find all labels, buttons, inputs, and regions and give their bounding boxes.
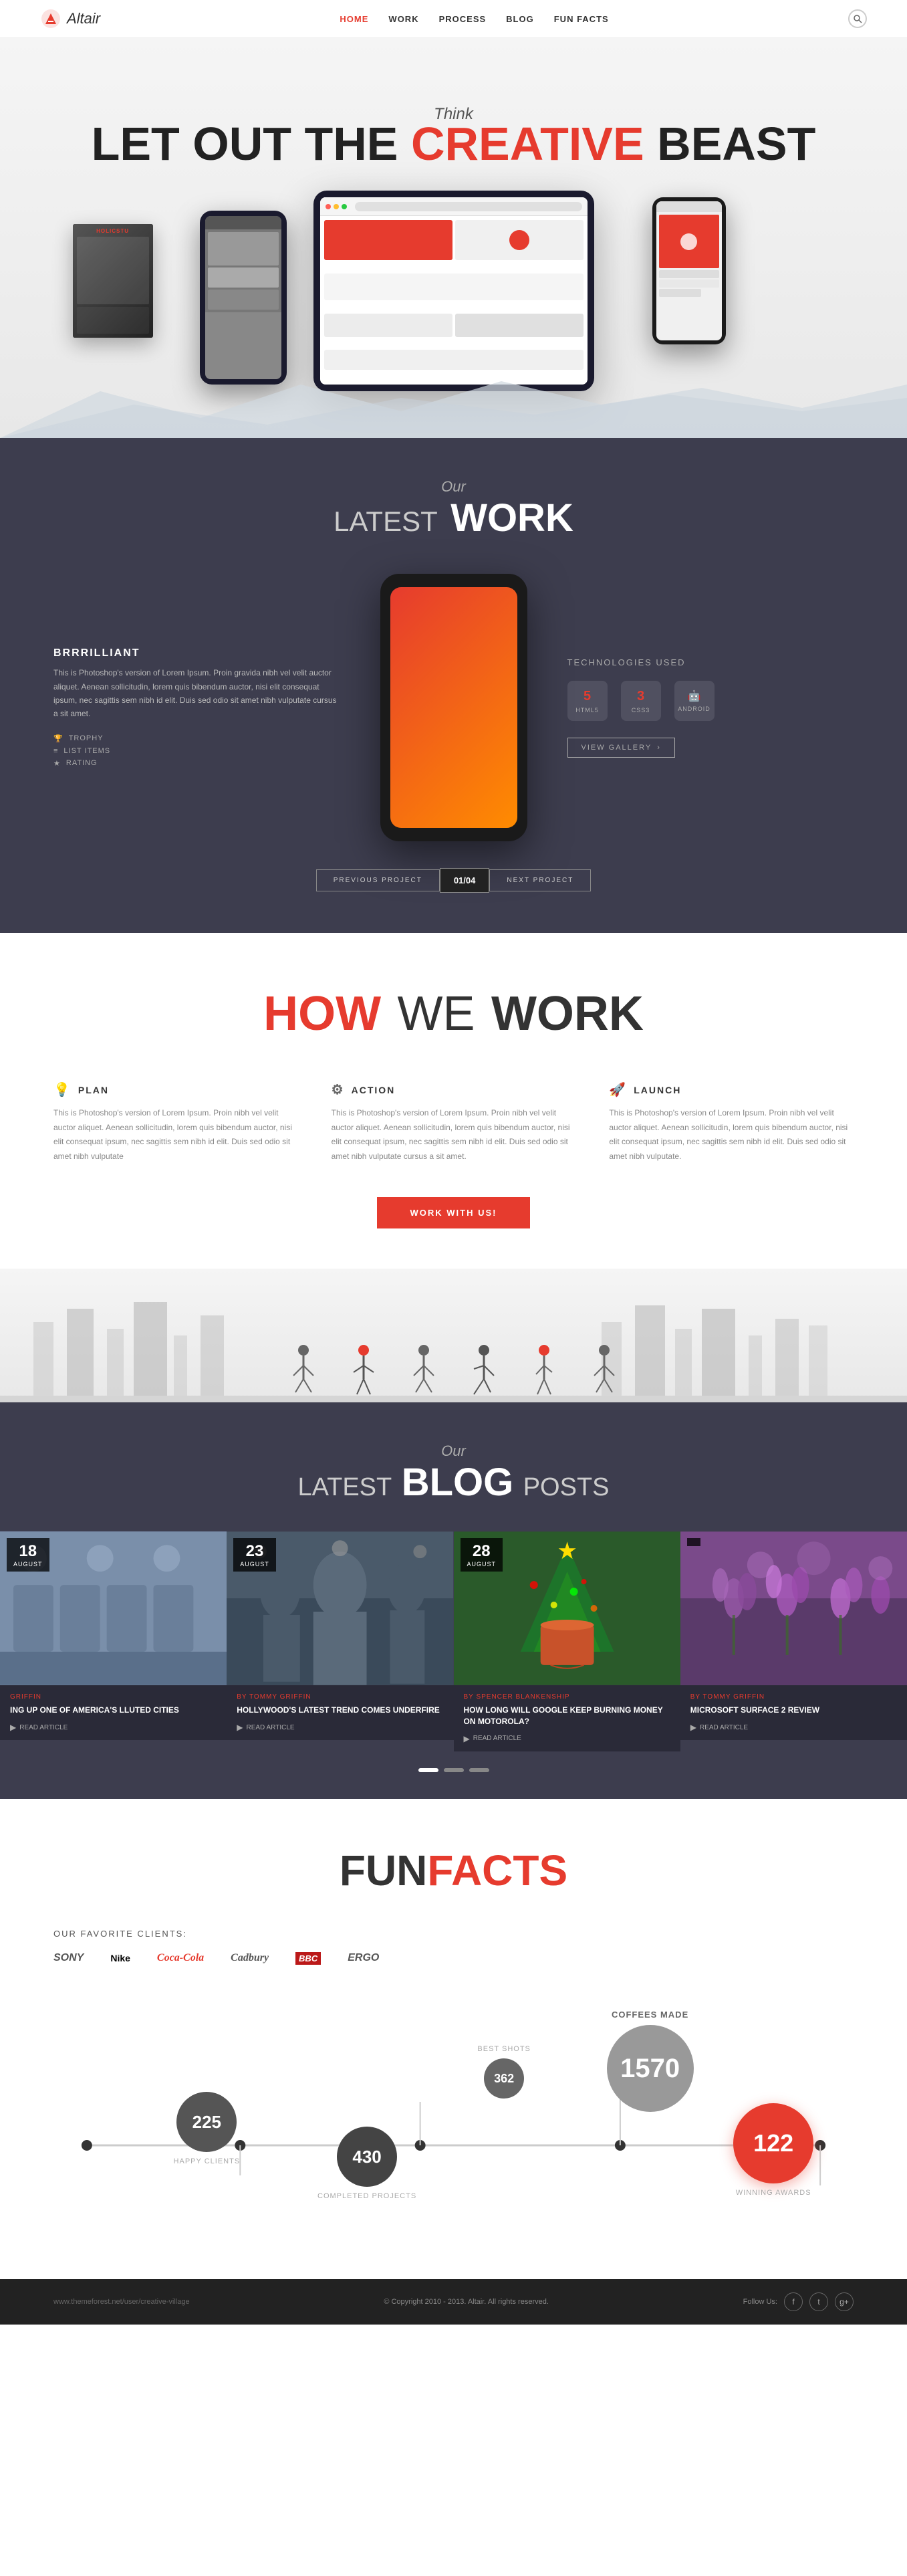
blog-title: Our LATEST BLOG POSTS <box>0 1442 907 1505</box>
project-counter: 01/04 <box>440 868 490 893</box>
footer-url: www.themeforest.net/user/creative-villag… <box>53 2298 190 2306</box>
blog-read-2[interactable]: ▶ READ ARTICLE <box>237 1723 443 1732</box>
process-columns: 💡 PLAN This is Photoshop's version of Lo… <box>53 1081 854 1164</box>
process-plan: 💡 PLAN This is Photoshop's version of Lo… <box>53 1081 298 1164</box>
blog-cards: 18 AUGUST GRIFFIN ING UP ONE OF AMERICA'… <box>0 1531 907 1751</box>
stat-winning-awards: 122 WINNING AWARDS <box>733 2103 813 2197</box>
work-with-us-button[interactable]: WORK WITH US! <box>377 1197 531 1228</box>
stick-figure-1 <box>290 1342 317 1396</box>
stat-happy-clients: 225 HAPPY CLIENTS <box>174 2092 241 2165</box>
logo[interactable]: Altair <box>40 8 100 29</box>
facebook-icon[interactable]: f <box>784 2292 803 2311</box>
tech-html5: 5 HTML5 <box>567 681 608 721</box>
gplus-icon[interactable]: g+ <box>835 2292 854 2311</box>
work-content: BRRRILLIANT This is Photoshop's version … <box>53 574 854 841</box>
plan-icon: 💡 <box>53 1081 72 1098</box>
hero-section: Think LET OUT THE CREATIVE BEAST <box>0 38 907 438</box>
stick-figure-6 <box>591 1342 618 1396</box>
work-right: TECHNOLOGIES USED 5 HTML5 3 CSS3 🤖 ANDRO… <box>567 657 854 758</box>
stick-figure-3 <box>410 1342 437 1396</box>
dot-1[interactable] <box>418 1768 438 1772</box>
phone-device-right <box>652 197 726 344</box>
clients-logos: SONY Nike Coca-Cola Cadbury BBC ERGO <box>53 1952 854 1965</box>
client-bbc: BBC <box>295 1952 321 1965</box>
phone-device-left <box>200 211 287 385</box>
process-action: ⚙ ACTION This is Photoshop's version of … <box>332 1081 576 1164</box>
navbar: Altair HOME WORK PROCESS BLOG FUN FACTS <box>0 0 907 38</box>
launch-icon: 🚀 <box>609 1081 627 1098</box>
footer-copy: © Copyright 2010 - 2013. Altair. All rig… <box>384 2298 549 2306</box>
clients-section: OUR FAVORITE CLIENTS: SONY Nike Coca-Col… <box>53 1929 854 1965</box>
work-section: Our LATEST WORK BRRRILLIANT This is Phot… <box>0 438 907 933</box>
nav-funfacts[interactable]: FUN FACTS <box>554 14 609 24</box>
tech-icons: 5 HTML5 3 CSS3 🤖 ANDROID <box>567 681 854 721</box>
nav-links: HOME WORK PROCESS BLOG FUN FACTS <box>340 14 608 24</box>
client-sony: SONY <box>53 1952 84 1964</box>
tech-android: 🤖 ANDROID <box>674 681 715 721</box>
blog-read-1[interactable]: ▶ READ ARTICLE <box>10 1723 217 1732</box>
hero-devices: HOLICSTU <box>0 184 907 438</box>
nav-work[interactable]: WORK <box>388 14 418 24</box>
blog-card-1: 18 AUGUST GRIFFIN ING UP ONE OF AMERICA'… <box>0 1531 227 1751</box>
stick-figure-5 <box>531 1342 557 1396</box>
work-left: BRRRILLIANT This is Photoshop's version … <box>53 647 340 768</box>
next-project-button[interactable]: NEXT PROJECT <box>489 869 591 891</box>
prev-project-button[interactable]: PREVIOUS PROJECT <box>316 869 440 891</box>
funfacts-section: FUNFACTS OUR FAVORITE CLIENTS: SONY Nike… <box>0 1799 907 2279</box>
funfacts-title: FUNFACTS <box>53 1846 854 1895</box>
view-gallery-button[interactable]: VIEW GALLERY › <box>567 738 675 758</box>
meta-trophy: 🏆TROPHY <box>53 734 340 743</box>
nav-blog[interactable]: BLOG <box>506 14 534 24</box>
tech-css3: 3 CSS3 <box>621 681 661 721</box>
blog-read-3[interactable]: ▶ READ ARTICLE <box>464 1734 670 1743</box>
action-icon: ⚙ <box>332 1081 345 1098</box>
blog-card-3: 28 AUGUST BY SPENCER BLANKENSHIP HOW LON… <box>454 1531 680 1751</box>
dot-2[interactable] <box>444 1768 464 1772</box>
hero-text: Think LET OUT THE CREATIVE BEAST <box>0 78 907 171</box>
stat-coffees-made: COFFEES MADE 1570 <box>607 2010 694 2112</box>
blog-read-4[interactable]: ▶ READ ARTICLE <box>690 1723 897 1732</box>
meta-rating: ★RATING <box>53 759 340 768</box>
project-nav: PREVIOUS PROJECT 01/04 NEXT PROJECT <box>53 868 854 893</box>
stat-best-shots: BEST SHOTS 362 <box>477 2045 530 2099</box>
client-cadbury: Cadbury <box>231 1952 269 1964</box>
client-ergo: ERGO <box>348 1952 379 1964</box>
magazine-left: HOLICSTU <box>73 224 153 338</box>
footer-social: Follow Us: f t g+ <box>743 2292 854 2311</box>
nav-home[interactable]: HOME <box>340 14 368 24</box>
nav-process[interactable]: PROCESS <box>439 14 487 24</box>
process-section: HOW WE WORK 💡 PLAN This is Photoshop's v… <box>0 933 907 1402</box>
stick-figure-2 <box>350 1342 377 1396</box>
process-launch: 🚀 LAUNCH This is Photoshop's version of … <box>609 1081 854 1164</box>
logo-icon <box>40 8 61 29</box>
blog-section: Our LATEST BLOG POSTS <box>0 1402 907 1799</box>
stats-container: 225 HAPPY CLIENTS 430 COMPLETED PROJECTS… <box>53 1998 854 2232</box>
stat-completed-projects: 430 COMPLETED PROJECTS <box>317 2127 416 2200</box>
client-nike: Nike <box>110 1953 130 1963</box>
work-title: Our LATEST WORK <box>53 478 854 540</box>
project-meta: 🏆TROPHY ≡LIST ITEMS ★RATING <box>53 734 340 768</box>
blog-carousel-dots <box>0 1768 907 1772</box>
dot-3[interactable] <box>469 1768 489 1772</box>
hero-title: LET OUT THE CREATIVE BEAST <box>53 117 854 171</box>
tablet-device <box>313 191 594 391</box>
logo-text: Altair <box>67 10 100 27</box>
stick-figure-4 <box>471 1342 497 1396</box>
twitter-icon[interactable]: t <box>809 2292 828 2311</box>
mountains <box>0 371 907 438</box>
blog-card-4: BY TOMMY GRIFFIN MICROSOFT SURFACE 2 REV… <box>680 1531 907 1751</box>
blog-card-2: 23 AUGUST BY TOMMY GRIFFIN HOLLYWOOD'S L… <box>227 1531 453 1751</box>
phone-mockup <box>367 574 541 841</box>
footer: www.themeforest.net/user/creative-villag… <box>0 2279 907 2325</box>
meta-list: ≡LIST ITEMS <box>53 747 340 755</box>
process-illustration <box>0 1269 907 1402</box>
client-cocacola: Coca-Cola <box>157 1952 204 1964</box>
search-icon[interactable] <box>848 9 867 28</box>
process-title: HOW WE WORK <box>53 986 854 1041</box>
